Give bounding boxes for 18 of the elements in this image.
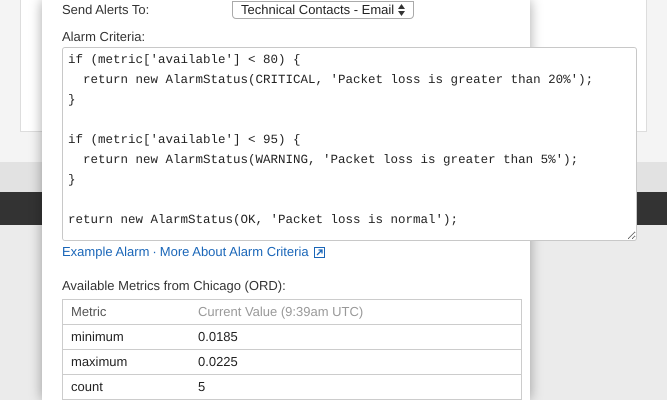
external-link-icon bbox=[314, 246, 325, 258]
help-link[interactable]: More About Alarm Criteria bbox=[160, 244, 309, 260]
column-header: Metric bbox=[70, 303, 108, 322]
table-cell-text: 0.0185 bbox=[198, 328, 238, 346]
field-label: Alarm Criteria: bbox=[62, 29, 146, 45]
table-cell-text: maximum bbox=[70, 353, 128, 372]
table-cell-text: count bbox=[70, 378, 104, 396]
code-editor[interactable]: if (metric['available'] < 80) { return new AlarmStatus(CRITICAL, 'Packet loss is greater than 20%'); } if (metric['available'] < 95) { return new AlarmStatus(WARNING, 'Packet loss is greater than 5%'); } return new AlarmStatus(OK, 'Packet loss is normal'); bbox=[62, 47, 637, 241]
column-header: Current Value (9:39am UTC) bbox=[198, 303, 364, 322]
help-link[interactable]: Example Alarm bbox=[62, 244, 150, 260]
table-cell-text: 5 bbox=[198, 378, 206, 396]
table-cell-text: 0.0225 bbox=[198, 353, 238, 372]
alerts-dropdown[interactable]: Technical Contacts - Email bbox=[232, 1, 414, 19]
table-cell-text: minimum bbox=[70, 328, 125, 346]
section-heading: Available Metrics from Chicago (ORD): bbox=[62, 278, 287, 294]
dropdown-arrows-icon bbox=[398, 4, 406, 16]
field-label: Send Alerts To: bbox=[62, 1, 150, 20]
link-separator: · bbox=[152, 244, 157, 260]
